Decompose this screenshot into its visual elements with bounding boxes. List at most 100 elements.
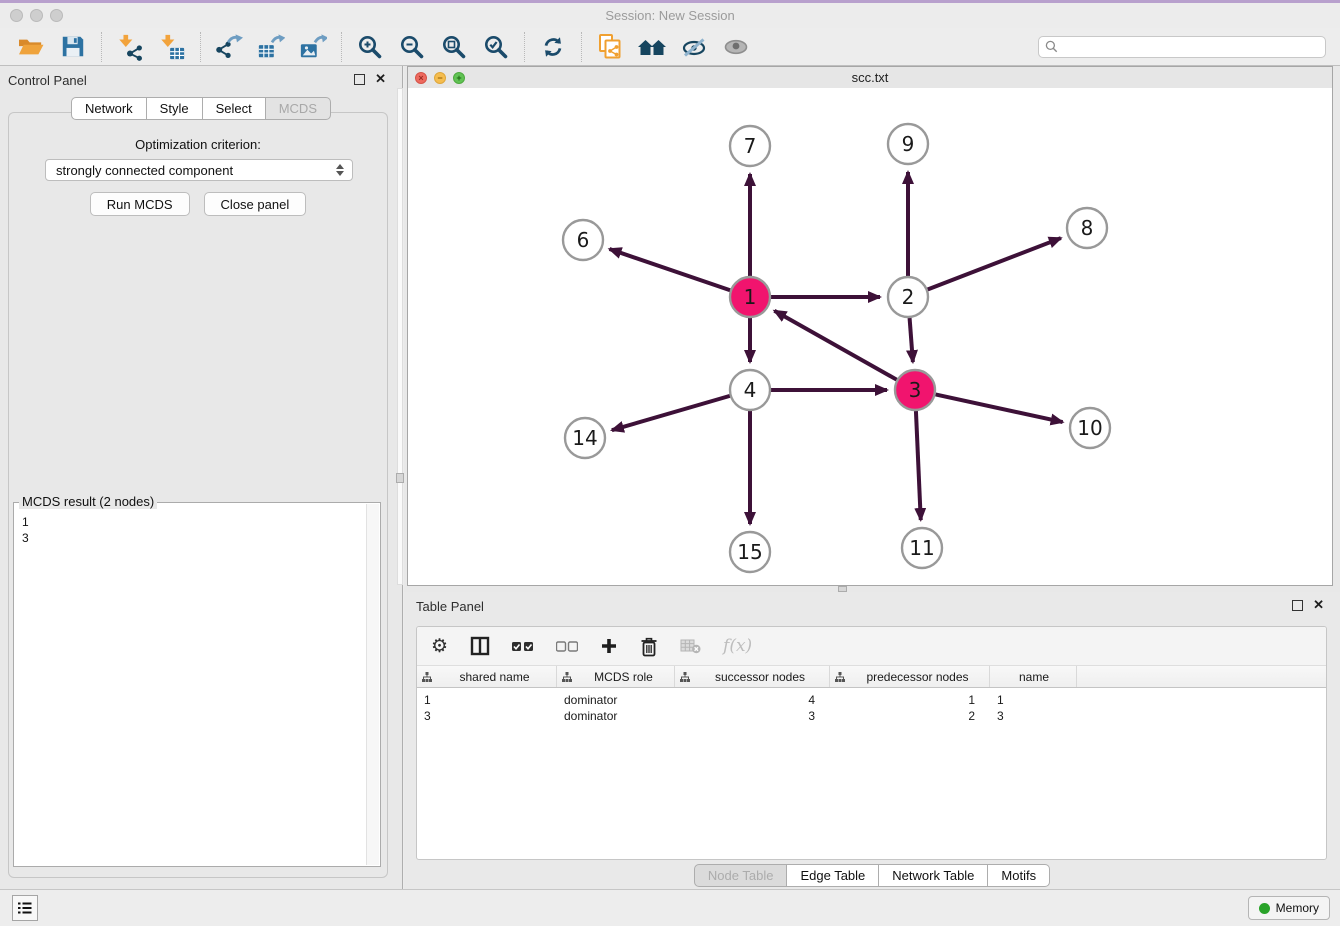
table-panel-tabs: Node TableEdge TableNetwork TableMotifs: [404, 864, 1340, 887]
graph-edge-2-3[interactable]: [910, 318, 913, 362]
zoom-selected-icon[interactable]: [481, 33, 511, 61]
zoom-in-icon[interactable]: [355, 33, 385, 61]
column-header-mcds-role[interactable]: MCDS role: [557, 666, 675, 687]
column-header-shared-name[interactable]: shared name: [417, 666, 557, 687]
graph-edge-3-1[interactable]: [774, 311, 896, 380]
show-all-icon[interactable]: [721, 33, 751, 61]
cell-predecessor-nodes[interactable]: 1: [830, 693, 990, 707]
export-image-icon[interactable]: [298, 33, 328, 61]
float-table-panel-icon[interactable]: [1292, 600, 1303, 611]
svg-text:11: 11: [909, 536, 934, 560]
task-history-button[interactable]: [12, 895, 38, 921]
column-header-predecessor-nodes[interactable]: predecessor nodes: [830, 666, 990, 687]
import-network-icon[interactable]: [115, 33, 145, 61]
graph-node-4[interactable]: 4: [730, 370, 770, 410]
network-canvas[interactable]: 7 9 6 8 1 2 4 3 14 10 15 11: [408, 88, 1332, 585]
cell-name[interactable]: 1: [990, 693, 1077, 707]
svg-text:8: 8: [1081, 216, 1094, 240]
main-toolbar: [0, 28, 1340, 66]
graph-edge-2-8[interactable]: [928, 238, 1061, 289]
graph-node-9[interactable]: 9: [888, 124, 928, 164]
mcds-buttons-row: Run MCDS Close panel: [9, 192, 387, 216]
cell-mcds-role[interactable]: dominator: [557, 709, 675, 723]
toggle-column-panel-icon[interactable]: [470, 636, 490, 656]
export-table-icon[interactable]: [256, 33, 286, 61]
criterion-select[interactable]: strongly connected component: [45, 159, 353, 181]
graph-node-15[interactable]: 15: [730, 532, 770, 572]
zoom-fit-icon[interactable]: [439, 33, 469, 61]
zoom-out-icon[interactable]: [397, 33, 427, 61]
run-mcds-button[interactable]: Run MCDS: [90, 192, 190, 216]
column-sort-icon: [835, 672, 845, 682]
graph-edge-4-14[interactable]: [612, 396, 730, 430]
graph-edge-3-10[interactable]: [936, 394, 1063, 422]
svg-text:6: 6: [577, 228, 590, 252]
svg-text:14: 14: [572, 426, 597, 450]
tab-network-table[interactable]: Network Table: [879, 864, 988, 887]
tab-motifs[interactable]: Motifs: [988, 864, 1050, 887]
save-session-icon[interactable]: [58, 33, 88, 61]
open-session-icon[interactable]: [16, 33, 46, 61]
graph-node-6[interactable]: 6: [563, 220, 603, 260]
first-neighbors-icon[interactable]: [637, 33, 667, 61]
panel-splitter-track[interactable]: [397, 88, 403, 585]
cell-name[interactable]: 3: [990, 709, 1077, 723]
panel-splitter-handle[interactable]: [396, 473, 404, 483]
result-scrollbar[interactable]: [366, 504, 379, 865]
close-panel-icon[interactable]: ✕: [375, 73, 386, 85]
cell-shared-name[interactable]: 3: [417, 709, 557, 723]
tab-edge-table[interactable]: Edge Table: [787, 864, 879, 887]
svg-text:15: 15: [737, 540, 762, 564]
graph-edge-3-11[interactable]: [916, 411, 921, 520]
import-table-icon[interactable]: [157, 33, 187, 61]
svg-text:4: 4: [744, 378, 757, 402]
table-row[interactable]: 3dominator323: [417, 708, 1326, 724]
right-area: × − + scc.txt 7968124314101511 Table Pan…: [404, 66, 1340, 890]
table-row[interactable]: 1dominator411: [417, 692, 1326, 708]
export-network-icon[interactable]: [214, 33, 244, 61]
hide-selected-icon[interactable]: [679, 33, 709, 61]
network-window-titlebar: × − + scc.txt: [408, 67, 1332, 89]
add-column-icon[interactable]: [600, 637, 618, 655]
graph-node-1[interactable]: 1: [730, 277, 770, 317]
graph-edge-1-6[interactable]: [609, 249, 730, 290]
delete-column-icon[interactable]: [640, 636, 658, 657]
graph-node-14[interactable]: 14: [565, 418, 605, 458]
search-input[interactable]: [1062, 37, 1319, 57]
create-network-from-selection-icon[interactable]: [595, 33, 625, 61]
graph-node-7[interactable]: 7: [730, 126, 770, 166]
select-all-columns-icon[interactable]: [512, 640, 534, 653]
tab-select[interactable]: Select: [203, 97, 266, 120]
column-header-successor-nodes[interactable]: successor nodes: [675, 666, 830, 687]
graph-node-10[interactable]: 10: [1070, 408, 1110, 448]
column-header-name[interactable]: name: [990, 666, 1077, 687]
float-panel-icon[interactable]: [354, 74, 365, 85]
unselect-all-columns-icon[interactable]: [556, 640, 578, 653]
graph-node-2[interactable]: 2: [888, 277, 928, 317]
graph-node-3[interactable]: 3: [895, 370, 935, 410]
tab-network[interactable]: Network: [71, 97, 147, 120]
cell-successor-nodes[interactable]: 4: [675, 693, 830, 707]
tab-style[interactable]: Style: [147, 97, 203, 120]
search-box[interactable]: [1038, 36, 1326, 58]
close-table-panel-icon[interactable]: ✕: [1313, 599, 1324, 611]
delete-table-icon[interactable]: [680, 638, 701, 654]
function-builder-icon[interactable]: f(x): [723, 636, 752, 656]
cell-predecessor-nodes[interactable]: 2: [830, 709, 990, 723]
mcds-result-lines: 13: [14, 512, 364, 548]
refresh-layout-icon[interactable]: [538, 33, 568, 61]
cell-mcds-role[interactable]: dominator: [557, 693, 675, 707]
network-view-window: × − + scc.txt 7 9 6 8 1 2 4 3 14 10 15 11: [407, 66, 1333, 586]
close-panel-button[interactable]: Close panel: [204, 192, 307, 216]
graph-node-11[interactable]: 11: [902, 528, 942, 568]
table-settings-icon[interactable]: ⚙: [431, 637, 448, 656]
tab-node-table[interactable]: Node Table: [694, 864, 788, 887]
cell-successor-nodes[interactable]: 3: [675, 709, 830, 723]
node-table-container: ⚙ f(x) shared nameMCDS rolesuccessor nod…: [416, 626, 1327, 860]
mcds-result-area: 13: [13, 502, 381, 867]
cell-shared-name[interactable]: 1: [417, 693, 557, 707]
tab-mcds[interactable]: MCDS: [266, 97, 331, 120]
graph-node-8[interactable]: 8: [1067, 208, 1107, 248]
memory-button[interactable]: Memory: [1248, 896, 1330, 920]
svg-text:9: 9: [902, 132, 915, 156]
